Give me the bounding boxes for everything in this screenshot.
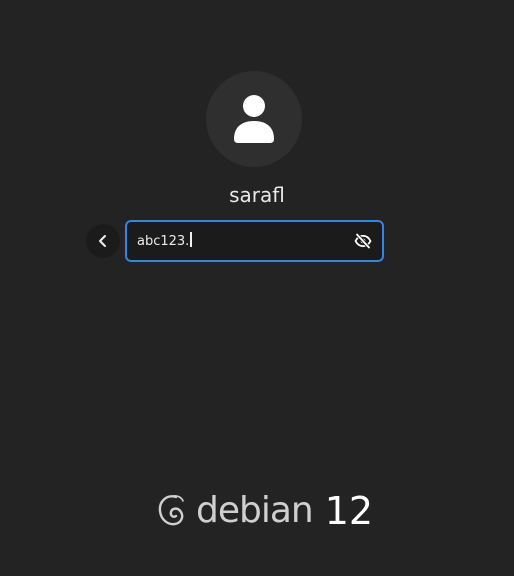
chevron-left-icon — [99, 235, 106, 247]
password-value: abc123. — [137, 234, 190, 249]
eye-slash-icon — [354, 233, 372, 249]
text-caret — [190, 232, 192, 247]
user-avatar — [206, 71, 302, 167]
password-reveal-toggle[interactable] — [352, 230, 374, 252]
username-label: sarafl — [229, 183, 285, 207]
distro-name: debian — [196, 490, 314, 531]
back-button[interactable] — [86, 224, 120, 258]
password-field[interactable]: abc123. — [125, 220, 384, 262]
distro-branding: debian 12 — [156, 488, 373, 534]
distro-version: 12 — [324, 489, 374, 533]
login-screen: sarafl abc123. debian 12 — [0, 0, 514, 576]
debian-swirl-icon — [158, 495, 184, 526]
user-icon — [234, 95, 274, 143]
